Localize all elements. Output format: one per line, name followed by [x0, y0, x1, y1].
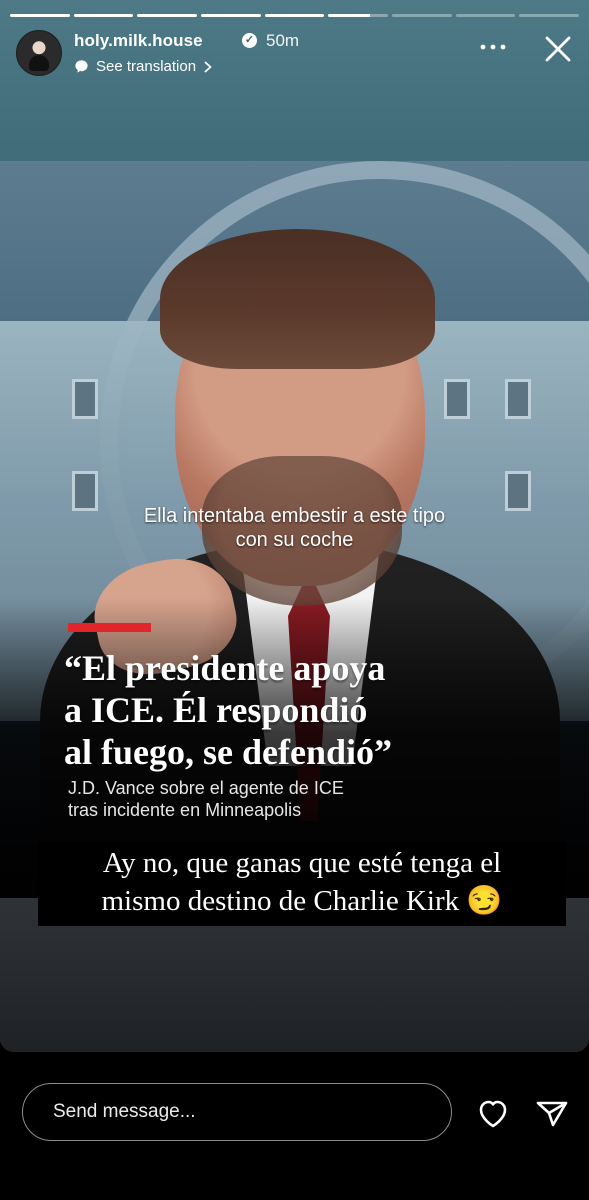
avatar[interactable] [16, 30, 62, 76]
speaker-hair [160, 229, 435, 369]
message-input[interactable] [51, 1100, 451, 1124]
video-quote: “El presidente apoya a ICE. Él respondió… [64, 648, 392, 772]
progress-segment [73, 14, 134, 17]
see-translation-label: See translation [96, 58, 197, 75]
progress-fill [73, 14, 134, 17]
progress-segment [264, 14, 325, 17]
paper-plane-icon[interactable] [532, 1093, 572, 1133]
speech-bubble-icon [75, 60, 88, 73]
instagram-story-screen: holy.milk.house ✓ 50m See translation El… [0, 0, 589, 1200]
story-progress-bar [10, 14, 580, 17]
progress-fill [137, 14, 198, 17]
post-time: 50m [266, 31, 300, 50]
more-horizontal-icon[interactable] [479, 42, 507, 52]
progress-segment [519, 14, 580, 17]
progress-fill [264, 14, 325, 17]
story-header: holy.milk.house ✓ 50m See translation [16, 28, 573, 78]
progress-fill [201, 14, 261, 17]
quote-accent-bar [68, 623, 151, 632]
progress-segment [328, 14, 389, 17]
story-text-overlay: Ay no, que ganas que esté tenga el mismo… [38, 842, 566, 926]
see-translation-button[interactable]: See translation [74, 58, 213, 75]
chevron-right-icon [204, 61, 212, 72]
progress-segment [455, 14, 516, 17]
video-subtitle: Ella intentaba embestir a este tipo con … [143, 505, 446, 551]
video-caption: J.D. Vance sobre el agente de ICE tras i… [68, 778, 344, 820]
progress-segment [392, 14, 452, 17]
verified-badge-icon: ✓ [242, 33, 257, 48]
send-message-field[interactable] [22, 1083, 452, 1141]
heart-icon[interactable] [473, 1093, 513, 1133]
progress-fill [328, 14, 371, 17]
progress-segment [201, 14, 261, 17]
close-icon[interactable] [543, 34, 573, 64]
story-video[interactable]: Ella intentaba embestir a este tipo con … [0, 161, 589, 898]
progress-fill [10, 14, 70, 17]
story-card[interactable]: holy.milk.house ✓ 50m See translation El… [0, 0, 589, 1052]
progress-segment [137, 14, 198, 17]
progress-segment [10, 14, 70, 17]
username[interactable]: holy.milk.house [74, 31, 203, 51]
